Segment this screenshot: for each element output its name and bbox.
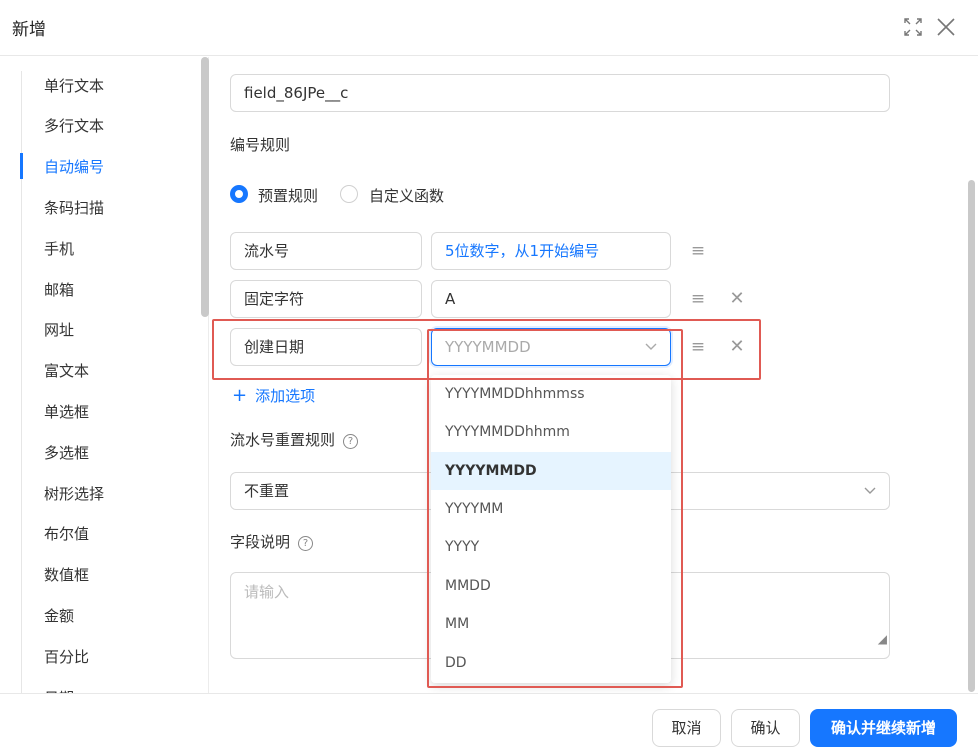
rule-type-create-date[interactable]: 创建日期 <box>230 328 422 366</box>
reset-rule-value: 不重置 <box>244 482 290 500</box>
sidebar-item-multi-line-text[interactable]: 多行文本 <box>44 115 104 137</box>
plus-icon: + <box>232 385 248 406</box>
dropdown-option[interactable]: YYYYMMDDhhmmss <box>431 375 671 413</box>
sidebar-item-checkbox[interactable]: 多选框 <box>44 442 89 464</box>
main-scrollbar[interactable] <box>968 180 975 692</box>
sidebar-item-radio[interactable]: 单选框 <box>44 401 89 423</box>
sidebar-item-percent[interactable]: 百分比 <box>44 646 89 668</box>
chevron-down-icon <box>863 473 877 522</box>
help-icon[interactable]: ? <box>343 434 359 449</box>
fullscreen-icon[interactable] <box>902 16 924 38</box>
dropdown-option[interactable]: YYYYMM <box>431 490 671 528</box>
preset-rule-radio[interactable] <box>230 185 248 203</box>
remove-row-icon[interactable]: ✕ <box>729 338 745 356</box>
numbering-rule-label: 编号规则 <box>230 136 291 154</box>
sidebar-item-barcode-scan[interactable]: 条码扫描 <box>44 197 104 219</box>
close-icon[interactable] <box>935 16 957 38</box>
sidebar-item-amount[interactable]: 金额 <box>44 605 74 627</box>
custom-function-radio[interactable] <box>340 185 358 203</box>
chevron-down-icon <box>644 329 658 378</box>
sidebar-item-rich-text[interactable]: 富文本 <box>44 360 89 382</box>
dropdown-option[interactable]: YYYYMMDDhhmm <box>431 413 671 451</box>
sidebar-item-single-line-text[interactable]: 单行文本 <box>44 75 104 97</box>
date-format-dropdown: YYYYMMDDhhmmss YYYYMMDDhhmm YYYYMMDD YYY… <box>431 375 671 683</box>
sidebar-item-email[interactable]: 邮箱 <box>44 279 74 301</box>
rule-type-serial[interactable]: 流水号 <box>230 232 422 270</box>
date-format-select-value: YYYYMMDD <box>445 338 531 356</box>
drag-handle-icon[interactable]: ≡ <box>690 291 706 308</box>
dropdown-option[interactable]: YYYY <box>431 528 671 566</box>
confirm-button[interactable]: 确认 <box>731 709 800 747</box>
dialog-footer: 取消 确认 确认并继续新增 <box>0 693 978 755</box>
rule-value-fixed-char[interactable]: A <box>431 280 671 318</box>
field-api-name-input[interactable]: field_86JPe__c <box>230 74 890 112</box>
custom-function-label[interactable]: 自定义函数 <box>369 185 444 206</box>
dialog-header: 新增 <box>0 0 978 56</box>
dropdown-option[interactable]: DD <box>431 644 671 682</box>
rule-type-fixed-char[interactable]: 固定字符 <box>230 280 422 318</box>
resize-handle-icon[interactable]: ◢ <box>878 620 887 658</box>
sidebar-item-number[interactable]: 数值框 <box>44 564 89 586</box>
help-icon[interactable]: ? <box>298 536 314 551</box>
sidebar-active-indicator <box>20 153 23 179</box>
preset-rule-label[interactable]: 预置规则 <box>258 185 318 206</box>
dropdown-option[interactable]: MMDD <box>431 567 671 605</box>
confirm-continue-button[interactable]: 确认并继续新增 <box>810 709 957 747</box>
drag-handle-icon[interactable]: ≡ <box>690 243 706 260</box>
reset-rule-label-text: 流水号重置规则 <box>230 431 336 449</box>
add-option-button[interactable]: + 添加选项 <box>232 385 315 406</box>
dropdown-option[interactable]: MM <box>431 605 671 643</box>
reset-rule-label: 流水号重置规则? <box>230 429 359 450</box>
sidebar-item-tree-select[interactable]: 树形选择 <box>44 483 104 505</box>
sidebar-item-boolean[interactable]: 布尔值 <box>44 523 89 545</box>
dialog-title: 新增 <box>12 20 46 40</box>
add-dialog: 新增 单行文本 多行文本 自动编号 条码扫描 手机 邮箱 网址 富文本 单选框 … <box>0 0 978 755</box>
sidebar-item-url[interactable]: 网址 <box>44 319 74 341</box>
field-desc-label-text: 字段说明 <box>230 533 291 551</box>
dropdown-option-selected[interactable]: YYYYMMDD <box>431 452 671 490</box>
sidebar-scrollbar[interactable] <box>201 57 209 317</box>
remove-row-icon[interactable]: ✕ <box>729 290 745 308</box>
date-format-select[interactable]: YYYYMMDD <box>431 328 671 366</box>
drag-handle-icon[interactable]: ≡ <box>690 339 706 356</box>
add-option-label: 添加选项 <box>255 387 316 405</box>
field-type-sidebar: 单行文本 多行文本 自动编号 条码扫描 手机 邮箱 网址 富文本 单选框 多选框… <box>0 57 208 693</box>
sidebar-item-phone[interactable]: 手机 <box>44 238 74 260</box>
rule-value-serial[interactable]: 5位数字，从1开始编号 <box>431 232 671 270</box>
cancel-button[interactable]: 取消 <box>652 709 721 747</box>
field-desc-placeholder: 请输入 <box>244 583 290 601</box>
sidebar-item-auto-number[interactable]: 自动编号 <box>44 156 104 178</box>
field-desc-label: 字段说明? <box>230 531 314 552</box>
